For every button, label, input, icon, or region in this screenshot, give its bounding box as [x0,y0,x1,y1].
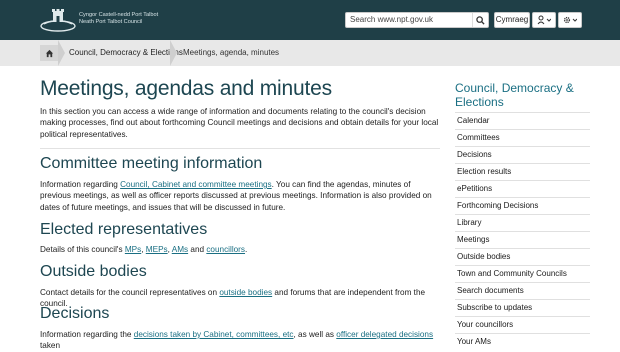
outside-bodies-link[interactable]: outside bodies [219,288,272,297]
site-header: Cyngor Castell-nedd Port Talbot Neath Po… [0,0,620,40]
meps-link[interactable]: MEPs [146,245,168,254]
sidebar-item-epetitions[interactable]: ePetitions [455,180,590,197]
mps-link[interactable]: MPs [125,245,141,254]
page-title: Meetings, agendas and minutes [40,77,332,100]
text: , as well as [293,330,337,339]
text: . [245,245,248,254]
text: Information regarding [40,180,121,189]
council-cabinet-committee-meetings-link[interactable]: Council, Cabinet and committee meetings [120,180,272,189]
breadcrumb: Council, Democracy & Elections Meetings,… [0,40,620,66]
user-icon [537,15,552,25]
sidebar-item-your-councillors[interactable]: Your councillors [455,316,590,333]
sidebar-item-committees[interactable]: Committees [455,129,590,146]
sidebar-item-forthcoming-decisions[interactable]: Forthcoming Decisions [455,197,590,214]
text: and [188,245,207,254]
apps-button[interactable] [558,12,582,28]
divider [40,148,440,149]
sidebar-item-search-documents[interactable]: Search documents [455,282,590,299]
council-logo[interactable]: Cyngor Castell-nedd Port Talbot Neath Po… [40,5,180,35]
sidebar-item-election-results[interactable]: Election results [455,163,590,180]
breadcrumb-home[interactable] [40,45,58,61]
search-button[interactable] [472,13,488,27]
sidebar-item-library[interactable]: Library [455,214,590,231]
councillors-link[interactable]: councillors [206,245,245,254]
search-icon [476,15,485,25]
home-icon [45,49,53,57]
logo-text-welsh: Cyngor Castell-nedd Port Talbot [79,12,159,18]
breadcrumb-council-democracy[interactable]: Council, Democracy & Elections [62,46,183,60]
logo-text-english: Neath Port Talbot Council [79,19,143,25]
heading-elected-representatives: Elected representatives [40,221,208,238]
officer-delegated-decisions-link[interactable]: officer delegated decisions [336,330,433,339]
sidebar-item-decisions[interactable]: Decisions [455,146,590,163]
account-button[interactable] [532,12,556,28]
intro-paragraph: In this section you can access a wide ra… [40,107,439,139]
breadcrumb-current-page: Meetings, agenda, minutes [183,48,280,57]
ams-link[interactable]: AMs [172,245,188,254]
sidebar-item-calendar[interactable]: Calendar [455,112,590,129]
search-placeholder: Search www.npt.gov.uk [350,15,434,24]
heading-decisions: Decisions [40,305,110,322]
sidebar-title[interactable]: Council, Democracy & Elections [455,81,595,109]
sidebar-item-town-community-councils[interactable]: Town and Community Councils [455,265,590,282]
heading-outside-bodies: Outside bodies [40,263,147,280]
text: Contact details for the council represen… [40,288,220,297]
heading-committee-meeting-information: Committee meeting information [40,155,263,172]
search-input[interactable]: Search www.npt.gov.uk [345,12,489,28]
sidebar-item-your-ams[interactable]: Your AMs [455,333,590,350]
breadcrumb-separator [170,40,177,66]
text: Information regarding the [40,330,134,339]
sidebar-item-meetings[interactable]: Meetings [455,231,590,248]
decisions-paragraph: Information regarding the decisions take… [40,329,440,352]
language-button[interactable]: Cymraeg [494,12,530,28]
sidebar-item-outside-bodies[interactable]: Outside bodies [455,248,590,265]
committee-meeting-paragraph: Information regarding Council, Cabinet a… [40,179,440,213]
decisions-cabinet-link[interactable]: decisions taken by Cabinet, committees, … [134,330,294,339]
elected-representatives-paragraph: Details of this council's MPs, MEPs, AMs… [40,244,440,255]
breadcrumb-separator [58,40,65,66]
gear-icon [563,16,578,24]
sidebar-item-subscribe[interactable]: Subscribe to updates [455,299,590,316]
castle-logo-icon [40,9,76,32]
text: Details of this council's [40,245,125,254]
